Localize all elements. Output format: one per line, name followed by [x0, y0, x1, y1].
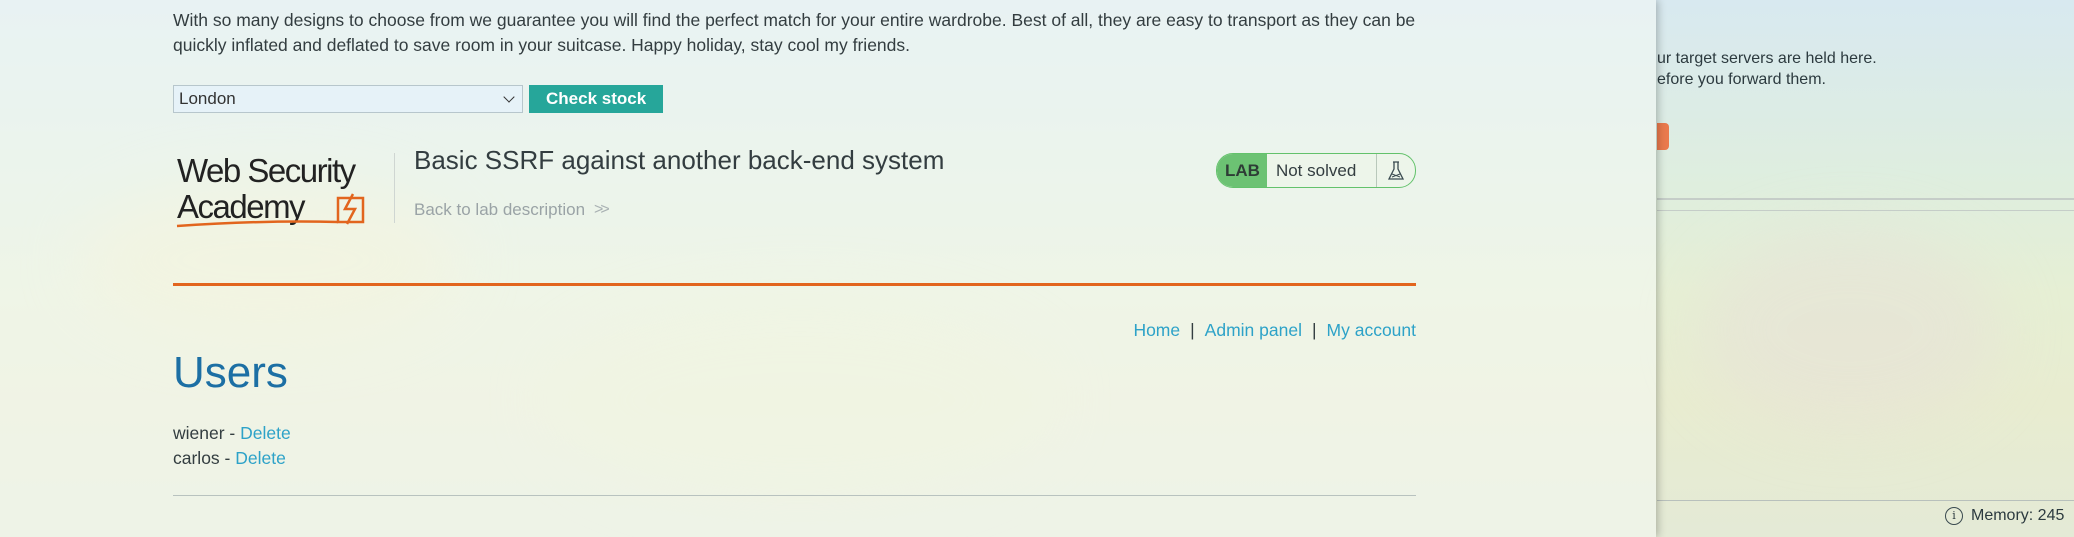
city-select-value: London — [179, 89, 236, 108]
header-divider — [173, 283, 1416, 286]
double-chevron-right-icon: >> — [594, 201, 610, 218]
nav-separator: | — [1311, 320, 1317, 340]
lab-status-badge: LAB Not solved — [1216, 153, 1416, 188]
stock-check-form: London Check stock — [173, 85, 1416, 113]
panel-divider — [1657, 198, 2074, 211]
user-name: wiener - — [173, 423, 241, 443]
page-title: Users — [173, 348, 288, 397]
lab-title: Basic SSRF against another back-end syst… — [414, 145, 945, 175]
lab-status-text: Not solved — [1267, 154, 1377, 187]
nav-admin-panel-link[interactable]: Admin panel — [1205, 320, 1302, 340]
proxy-side-panel: ur target servers are held here. efore y… — [1657, 0, 2074, 537]
lab-badge-label: LAB — [1217, 154, 1267, 187]
footer-divider — [173, 495, 1416, 496]
product-description: With so many designs to choose from we g… — [173, 10, 1416, 55]
flask-icon — [1377, 160, 1415, 182]
panel-text-line: efore you forward them. — [1657, 71, 1826, 88]
logo-text-line1: Web Security — [177, 152, 357, 189]
top-nav: Home | Admin panel | My account — [173, 320, 1416, 341]
memory-indicator: i Memory: 245 — [1945, 507, 2064, 525]
city-select[interactable]: London — [173, 85, 523, 113]
user-name: carlos - — [173, 448, 236, 468]
lab-header: Web Security Academy Basic SSRF against … — [173, 145, 1416, 235]
panel-divider — [1657, 500, 2074, 501]
user-list-item: wiener - Delete — [173, 423, 291, 444]
nav-separator: | — [1190, 320, 1195, 340]
lab-page: With so many designs to choose from we g… — [0, 0, 1656, 537]
panel-orange-button[interactable] — [1657, 123, 1669, 150]
logo-divider — [394, 153, 395, 223]
nav-my-account-link[interactable]: My account — [1327, 320, 1416, 340]
delete-user-link[interactable]: Delete — [235, 448, 286, 468]
chevron-down-icon — [503, 91, 515, 103]
back-link-label: Back to lab description — [414, 200, 586, 219]
user-list-item: carlos - Delete — [173, 448, 286, 469]
back-to-lab-description-link[interactable]: Back to lab description >> — [414, 200, 610, 220]
web-security-academy-logo[interactable]: Web Security Academy — [175, 152, 395, 237]
delete-user-link[interactable]: Delete — [240, 423, 291, 443]
logo-text-line2: Academy — [177, 188, 306, 225]
nav-home-link[interactable]: Home — [1133, 320, 1180, 340]
check-stock-button[interactable]: Check stock — [529, 85, 664, 113]
memory-label: Memory: 245 — [1971, 507, 2065, 524]
info-icon: i — [1945, 507, 1963, 525]
panel-text-line: ur target servers are held here. — [1657, 50, 1877, 67]
